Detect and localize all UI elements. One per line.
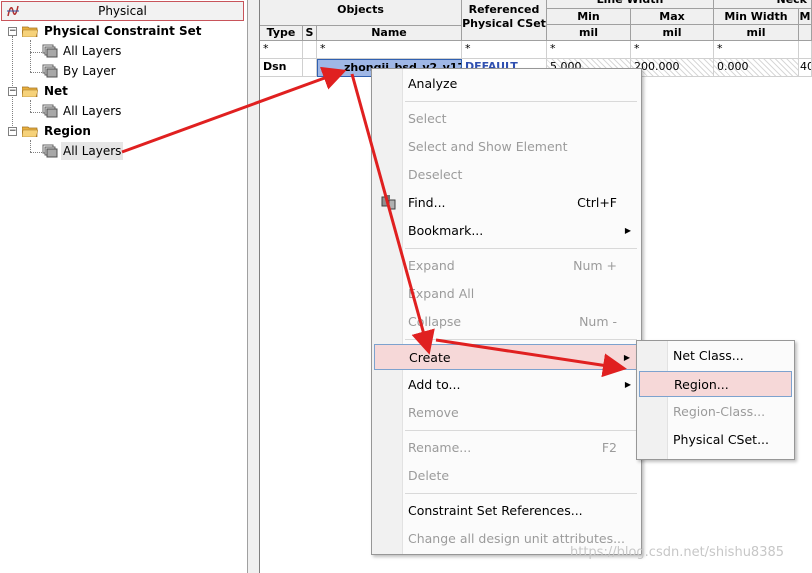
row-min-width[interactable]: 0.000 (714, 59, 799, 77)
menu-item-select[interactable]: Select (374, 106, 639, 132)
menu-separator (405, 248, 637, 249)
filter-type[interactable]: * (260, 41, 303, 59)
layers-icon (42, 44, 58, 58)
tree-node-all-layers-2[interactable]: All Layers (63, 102, 121, 120)
context-menu: Analyze Select Select and Show Element D… (371, 68, 642, 555)
header-neck[interactable]: Neck (714, 0, 812, 9)
menu-item-find[interactable]: Find... Ctrl+F (374, 190, 639, 216)
header-type[interactable]: Type (260, 26, 303, 41)
header-name[interactable]: Name (317, 26, 462, 41)
menu-separator (405, 430, 637, 431)
menu-item-analyze[interactable]: Analyze (374, 71, 639, 97)
filter-min-width[interactable]: * (714, 41, 799, 59)
menu-separator (405, 101, 637, 102)
tree-node-by-layer[interactable]: By Layer (63, 62, 116, 80)
expander-physical-cset[interactable]: − (8, 27, 17, 36)
filter-min[interactable]: * (547, 41, 631, 59)
folder-icon (22, 126, 38, 137)
menu-item-constraint-set-references[interactable]: Constraint Set References... (374, 498, 639, 524)
tree-node-net[interactable]: Net (44, 82, 68, 100)
menu-item-remove[interactable]: Remove (374, 400, 639, 426)
menu-item-create[interactable]: Create ▶ (374, 344, 639, 370)
submenu-arrow-icon: ▶ (624, 380, 631, 389)
menu-item-add-to[interactable]: Add to... ▶ (374, 372, 639, 398)
watermark: https://blog.csdn.net/shishu8385 (570, 545, 785, 560)
constraint-tree: Physical − Physical Constraint Set All L… (0, 0, 248, 573)
layers-icon (42, 104, 58, 118)
submenu-item-region[interactable]: Region... (639, 371, 792, 397)
tree-header-label: Physical (98, 4, 147, 18)
header-s[interactable]: S (303, 26, 317, 41)
submenu-arrow-icon: ▶ (623, 353, 630, 362)
unit-min: mil (547, 25, 631, 41)
tree-node-region-all-layers[interactable]: All Layers (61, 142, 124, 160)
menu-item-collapse[interactable]: Collapse Num - (374, 309, 639, 335)
unit-max: mil (631, 25, 714, 41)
row-type: Dsn (260, 59, 303, 77)
row-s[interactable] (303, 59, 317, 77)
header-min[interactable]: Min (547, 9, 631, 25)
folder-icon (22, 86, 38, 97)
filter-s[interactable] (303, 41, 317, 59)
expander-region[interactable]: − (8, 127, 17, 136)
menu-separator (405, 493, 637, 494)
submenu-item-net-class[interactable]: Net Class... (639, 343, 792, 369)
menu-item-bookmark[interactable]: Bookmark... ▶ (374, 218, 639, 244)
filter-max[interactable]: * (631, 41, 714, 59)
menu-item-expand[interactable]: Expand Num + (374, 253, 639, 279)
tree-node-region[interactable]: Region (44, 122, 91, 140)
filter-cset[interactable]: * (462, 41, 547, 59)
menu-item-expand-all[interactable]: Expand All (374, 281, 639, 307)
layers-icon (42, 144, 58, 158)
header-m[interactable]: M (799, 9, 812, 25)
row-last[interactable]: 40 (799, 59, 812, 77)
menu-item-deselect[interactable]: Deselect (374, 162, 639, 188)
menu-item-delete[interactable]: Delete (374, 463, 639, 489)
tree-node-physical-constraint-set[interactable]: Physical Constraint Set (44, 22, 202, 40)
submenu-item-region-class[interactable]: Region-Class... (639, 399, 792, 425)
menu-item-select-and-show[interactable]: Select and Show Element (374, 134, 639, 160)
create-submenu: Net Class... Region... Region-Class... P… (636, 340, 795, 460)
submenu-arrow-icon: ▶ (624, 226, 631, 235)
unit-min-width: mil (714, 25, 799, 41)
row-max[interactable]: 200.000 (631, 59, 714, 77)
find-icon (381, 195, 396, 210)
tree-header[interactable]: Physical (1, 1, 244, 21)
menu-item-rename[interactable]: Rename... F2 (374, 435, 639, 461)
submenu-item-physical-cset[interactable]: Physical CSet... (639, 427, 792, 453)
expander-net[interactable]: − (8, 87, 17, 96)
folder-icon (22, 26, 38, 37)
layers-icon (42, 64, 58, 78)
pane-splitter[interactable] (248, 0, 260, 573)
filter-m[interactable] (799, 41, 812, 59)
header-min-width[interactable]: Min Width (714, 9, 799, 25)
header-referenced-cset[interactable]: Referenced Physical CSet (462, 0, 547, 41)
menu-separator (405, 339, 637, 340)
tree-node-all-layers-1[interactable]: All Layers (63, 42, 121, 60)
filter-name[interactable]: * (317, 41, 462, 59)
unit-m (799, 25, 812, 41)
header-line-width[interactable]: Line Width (547, 0, 714, 9)
header-objects[interactable]: Objects (260, 0, 462, 26)
header-max[interactable]: Max (631, 9, 714, 25)
